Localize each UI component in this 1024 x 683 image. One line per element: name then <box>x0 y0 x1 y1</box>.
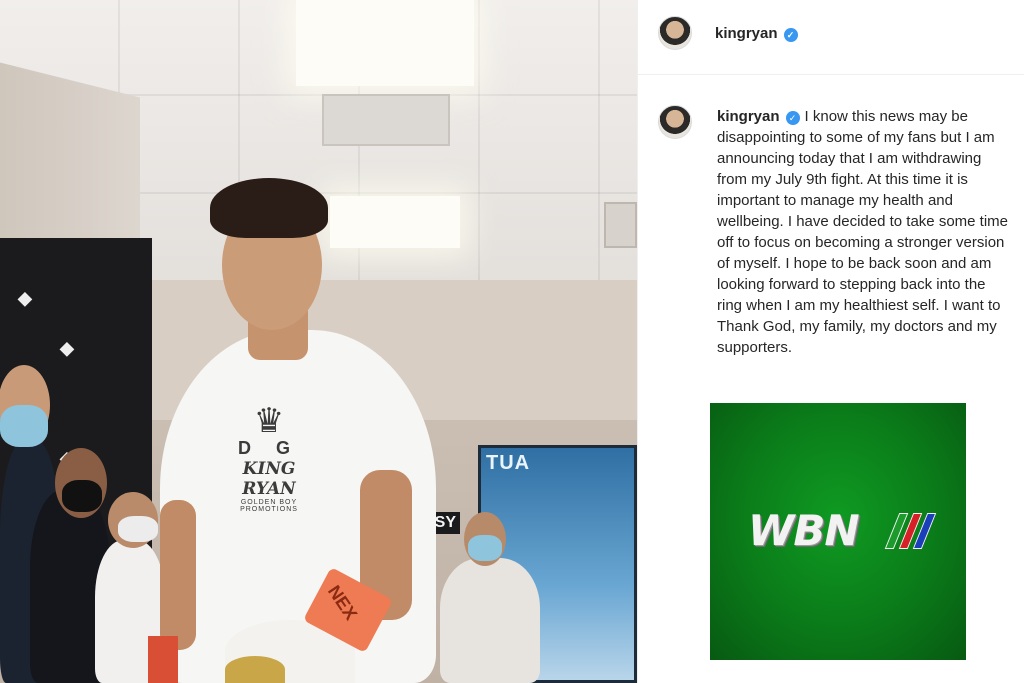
face-mask <box>0 405 48 447</box>
face-mask <box>118 516 158 542</box>
header-username-text[interactable]: kingryan <box>715 25 778 42</box>
post-header: kingryan ✓ <box>638 0 1024 75</box>
boxing-glove-gold <box>225 656 285 683</box>
post-photo[interactable]: ◆ ◆ ◆ ◆ TUA SSY ♛ D G KING RYAN GOLDEN B… <box>0 0 637 683</box>
caption-text: I know this news may be disappointing to… <box>717 108 1008 356</box>
shirt-logo-top: D G <box>237 438 300 458</box>
face-mask <box>62 480 102 512</box>
person-background-body <box>440 558 540 683</box>
lion-crown-icon: ♛ <box>253 402 285 440</box>
screen-text: TUA <box>486 452 531 474</box>
wbn-logo-text: WBN <box>748 506 859 555</box>
boxer-hair <box>210 178 328 238</box>
post-caption: kingryan ✓ I know this news may be disappo… <box>717 106 1013 358</box>
avatar[interactable] <box>658 16 692 50</box>
attached-logo-image[interactable]: WBN <box>710 403 966 660</box>
verified-badge-icon: ✓ <box>783 28 798 42</box>
verified-badge-icon: ✓ <box>785 111 800 125</box>
post-details-panel: kingryan ✓ kingryan ✓ I know this news may … <box>637 0 1024 683</box>
ceiling-vent <box>322 94 450 146</box>
caption-username[interactable]: kingryan <box>717 108 780 125</box>
caption-avatar[interactable] <box>658 105 692 139</box>
glove-strap-text: NEX <box>323 581 362 624</box>
header-username[interactable]: kingryan ✓ <box>715 25 798 42</box>
glove-wrap <box>148 636 178 683</box>
shirt-logo-main: KING RYAN <box>242 459 296 499</box>
ceiling-light <box>296 0 474 86</box>
shirt-logo: ♛ D G KING RYAN GOLDEN BOY PROMOTIONS <box>226 404 312 513</box>
shirt-logo-small: GOLDEN BOY PROMOTIONS <box>240 499 298 513</box>
ceiling-light <box>330 196 460 248</box>
face-mask <box>468 535 502 561</box>
ceiling-vent <box>604 202 637 248</box>
boxer-arm <box>160 500 196 650</box>
